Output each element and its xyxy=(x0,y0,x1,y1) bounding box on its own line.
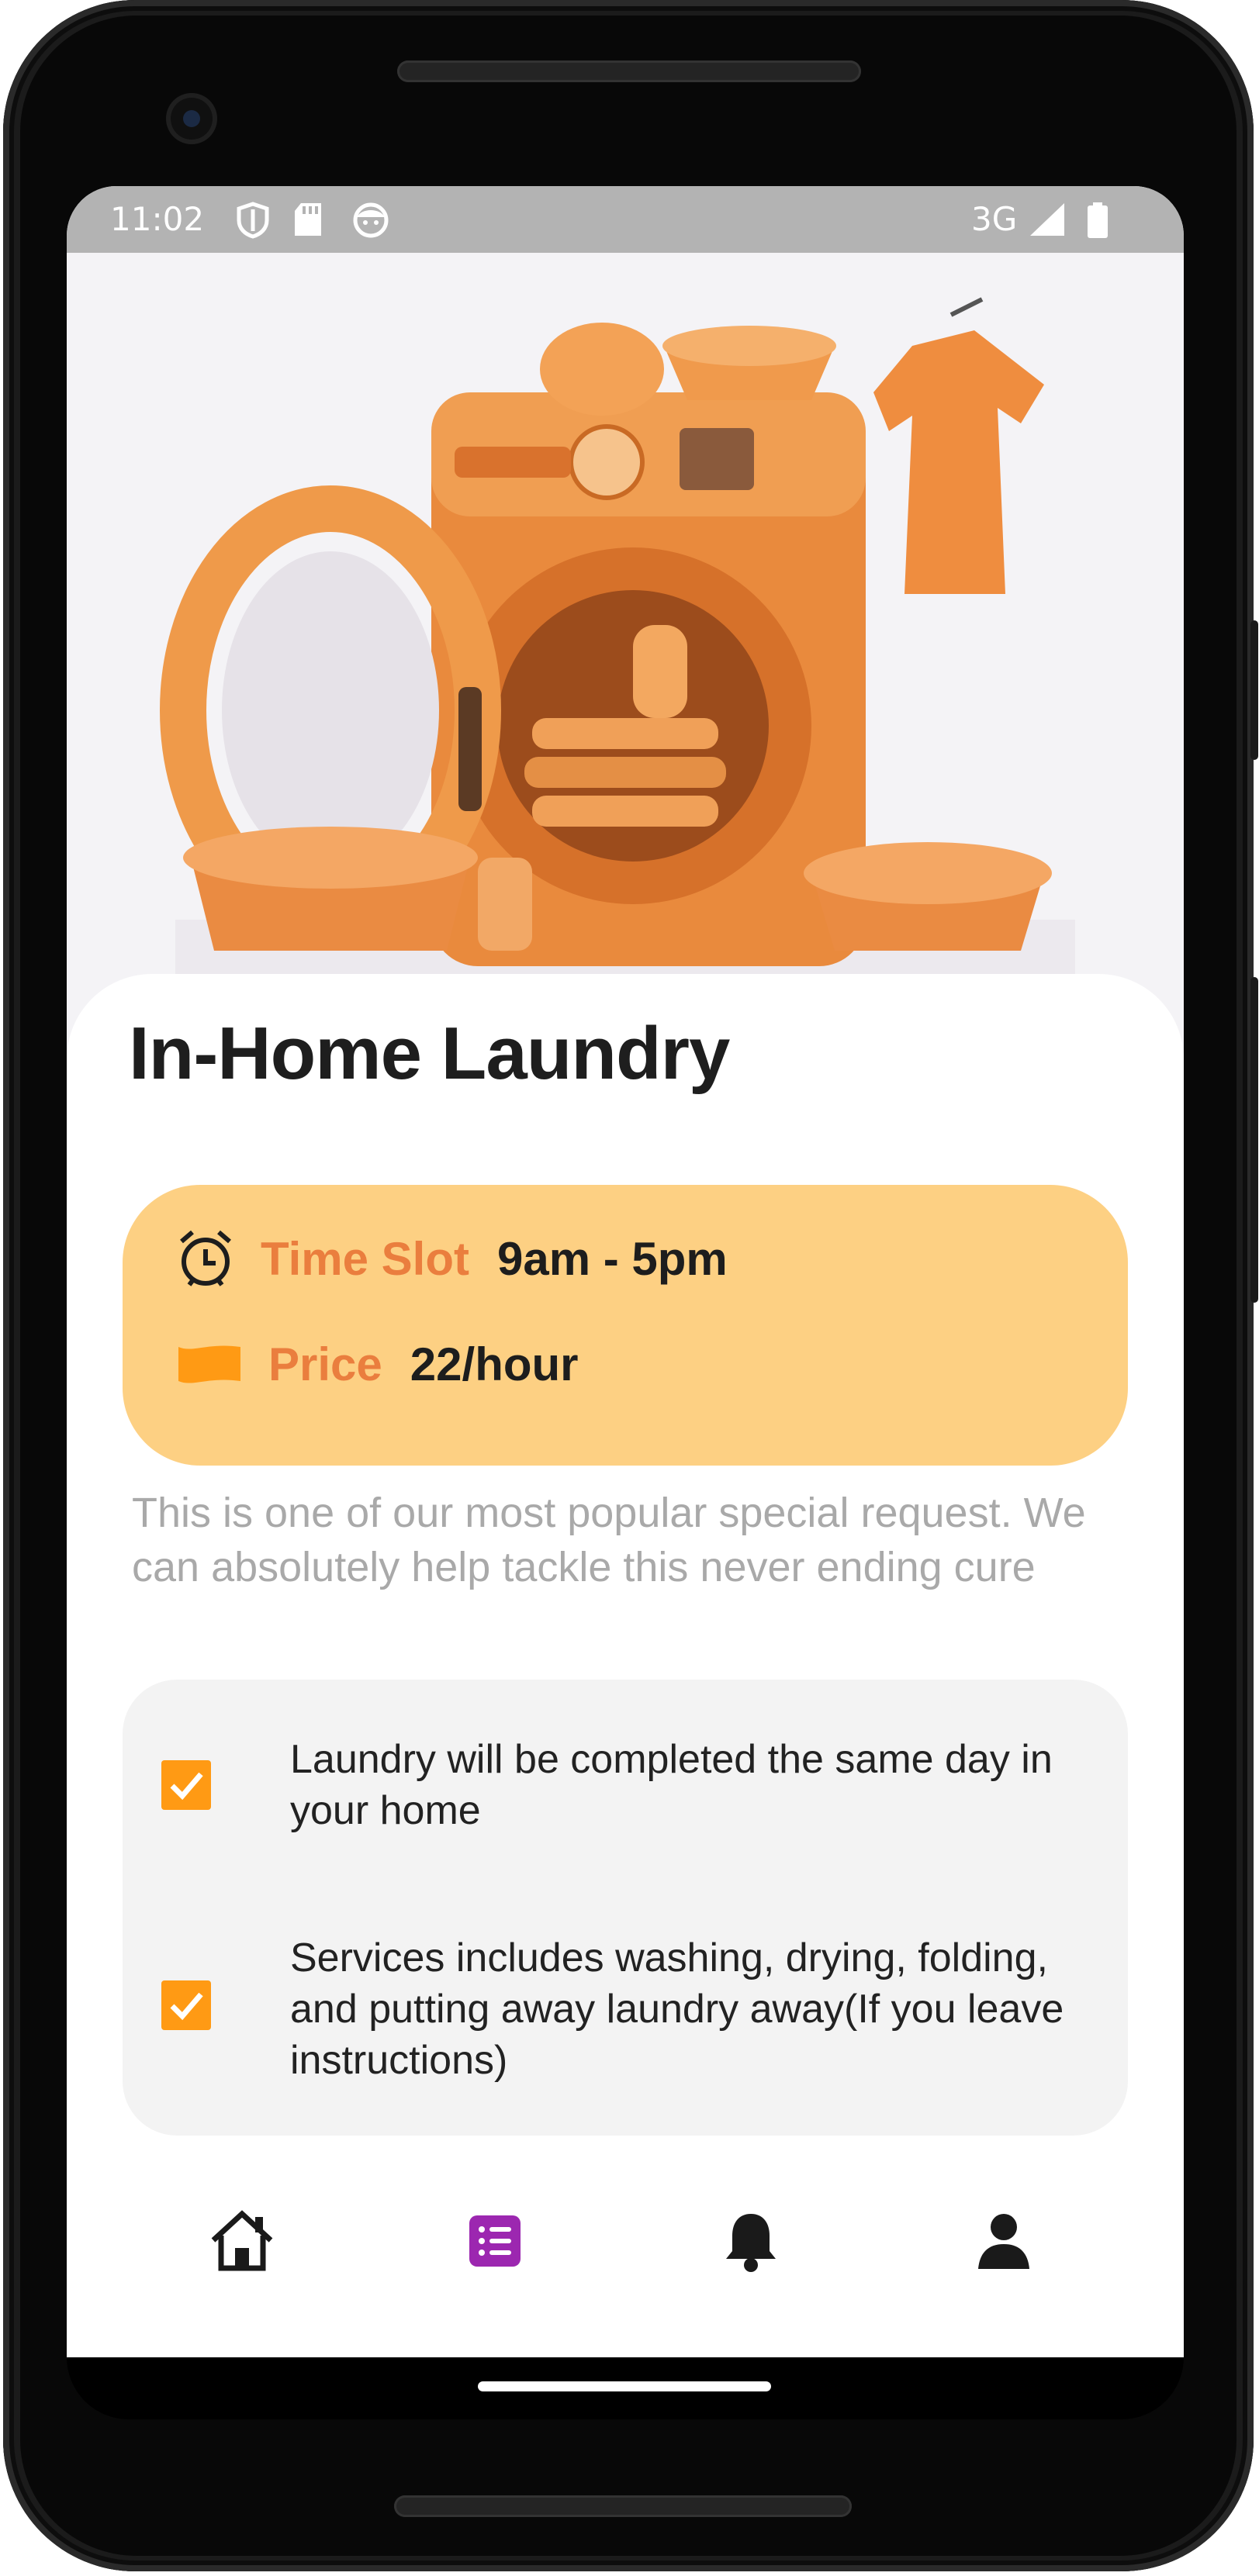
home-indicator[interactable] xyxy=(478,2381,771,2391)
price-value: 22/hour xyxy=(410,1338,579,1390)
network-type: 3G xyxy=(971,200,1018,238)
app-screen: 11:02 3G In-Home Laundry Time Slot 9am -… xyxy=(67,186,1184,2357)
bottom-speaker xyxy=(394,2495,852,2517)
status-bar: 11:02 3G xyxy=(67,186,1184,253)
signal-icon xyxy=(1030,203,1064,236)
checkbox-checked-icon[interactable] xyxy=(161,1760,211,1810)
navigation-bar xyxy=(67,2357,1184,2419)
home-icon xyxy=(211,2210,273,2271)
time-slot-value: 9am - 5pm xyxy=(496,1232,728,1285)
status-time: 11:02 xyxy=(110,200,205,238)
bell-icon xyxy=(726,2214,776,2272)
bottom-navigation xyxy=(67,2171,1184,2326)
price-label: Price xyxy=(268,1338,382,1390)
profile-icon xyxy=(978,2214,1029,2269)
money-icon xyxy=(178,1345,240,1383)
nav-list[interactable] xyxy=(456,2202,534,2280)
time-slot-row: Time Slot 9am - 5pm xyxy=(177,1224,728,1293)
price-row: Price 22/hour xyxy=(177,1329,579,1399)
service-description: This is one of our most popular special … xyxy=(132,1490,1086,1590)
power-button xyxy=(1250,620,1258,760)
service-info-card: Time Slot 9am - 5pm Price 22/hour xyxy=(123,1185,1128,1466)
front-camera xyxy=(166,93,217,144)
time-slot-label: Time Slot xyxy=(261,1232,469,1285)
service-details-sheet: In-Home Laundry Time Slot 9am - 5pm Pric… xyxy=(67,974,1184,2357)
shield-icon xyxy=(237,202,269,239)
volume-button xyxy=(1250,977,1258,1303)
page-title: In-Home Laundry xyxy=(129,1012,730,1095)
feature-text: Services includes washing, drying, foldi… xyxy=(290,1935,1064,2083)
nav-notifications[interactable] xyxy=(712,2202,790,2280)
nav-home[interactable] xyxy=(203,2202,281,2280)
feature-text: Laundry will be completed the same day i… xyxy=(290,1737,1053,1833)
list-icon xyxy=(469,2215,521,2267)
battery-icon xyxy=(1088,202,1108,238)
nav-profile[interactable] xyxy=(965,2202,1043,2280)
earpiece-speaker xyxy=(397,60,861,82)
alarm-clock-icon xyxy=(180,1230,231,1286)
face-icon xyxy=(353,202,389,238)
features-list: Laundry will be completed the same day i… xyxy=(123,1680,1128,2136)
sd-card-icon xyxy=(295,203,321,236)
checkbox-checked-icon[interactable] xyxy=(161,1980,211,2030)
